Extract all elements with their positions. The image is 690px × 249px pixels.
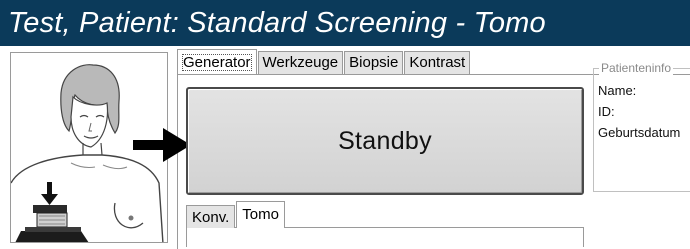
right-arrow-icon bbox=[133, 128, 191, 162]
title-bar: Test, Patient: Standard Screening - Tomo bbox=[0, 0, 690, 46]
window-title: Test, Patient: Standard Screening - Tomo bbox=[8, 6, 546, 39]
main-tabs: Generator Werkzeuge Biopsie Kontrast bbox=[177, 49, 471, 75]
tab-generator[interactable]: Generator bbox=[177, 49, 257, 74]
tab-kontrast[interactable]: Kontrast bbox=[404, 51, 471, 74]
tab-konv[interactable]: Konv. bbox=[186, 205, 236, 228]
patient-info-legend: Patienteninfo bbox=[599, 61, 674, 75]
standby-button[interactable]: Standby bbox=[186, 87, 584, 195]
tab-generator-label: Generator bbox=[182, 54, 252, 71]
tab-tomo[interactable]: Tomo bbox=[236, 201, 285, 228]
patient-info-group: Patienteninfo Name: ID: Geburtsdatum bbox=[593, 61, 690, 192]
patient-birthdate-label: Geburtsdatum bbox=[598, 125, 681, 140]
mode-tabs: Konv. Tomo bbox=[186, 201, 286, 228]
patient-name-label: Name: bbox=[598, 83, 637, 98]
tab-werkzeuge[interactable]: Werkzeuge bbox=[257, 51, 344, 74]
patient-id-label: ID: bbox=[598, 104, 615, 119]
tab-biopsie[interactable]: Biopsie bbox=[344, 51, 404, 74]
mode-tab-content bbox=[186, 227, 584, 247]
